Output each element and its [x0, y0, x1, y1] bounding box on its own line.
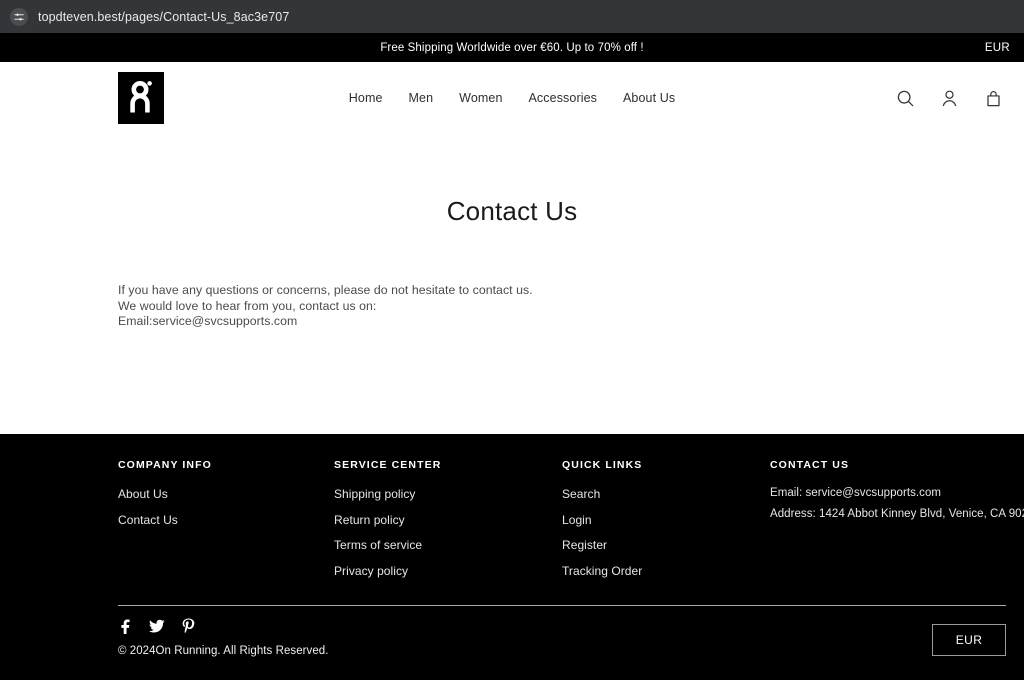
footer-link-terms-of-service[interactable]: Terms of service [334, 538, 562, 552]
url-text[interactable]: topdteven.best/pages/Contact-Us_8ac3e707 [38, 10, 289, 24]
footer-bottom: © 2024On Running. All Rights Reserved. E… [118, 618, 1006, 657]
footer-heading-service-center: SERVICE CENTER [334, 459, 442, 471]
nav-item-about-us[interactable]: About Us [623, 91, 675, 105]
search-icon[interactable] [894, 87, 916, 109]
copyright-text: © 2024On Running. All Rights Reserved. [118, 645, 329, 657]
facebook-icon[interactable] [118, 618, 133, 634]
nav-item-home[interactable]: Home [349, 91, 383, 105]
nav-item-men[interactable]: Men [409, 91, 434, 105]
contact-line-3: Email:service@svcsupports.com [118, 314, 298, 329]
footer-link-return-policy[interactable]: Return policy [334, 513, 562, 527]
footer-bottom-left: © 2024On Running. All Rights Reserved. [118, 618, 328, 657]
social-links [118, 618, 328, 634]
tune-icon[interactable] [10, 7, 28, 26]
footer-link-register[interactable]: Register [562, 538, 770, 552]
footer-link-search[interactable]: Search [562, 487, 770, 501]
footer-column-contact-us: CONTACT US Email: service@svcsupports.co… [770, 459, 1024, 589]
footer-link-shipping-policy[interactable]: Shipping policy [334, 487, 562, 501]
page-main: Contact Us If you have any questions or … [0, 134, 1024, 434]
announcement-text: Free Shipping Worldwide over €60. Up to … [380, 41, 644, 54]
footer-currency-selector[interactable]: EUR [932, 624, 1006, 656]
footer-contact-address: Address: 1424 Abbot Kinney Blvd, Venice,… [770, 508, 1024, 520]
footer-heading-quick-links: QUICK LINKS [562, 459, 643, 471]
site-header: Home Men Women Accessories About Us [0, 62, 1024, 134]
account-icon[interactable] [938, 87, 960, 109]
on-running-logo-icon [130, 81, 152, 113]
footer-column-quick-links: QUICK LINKS Search Login Register Tracki… [562, 459, 770, 589]
footer-link-about-us[interactable]: About Us [118, 487, 334, 501]
announcement-currency-selector[interactable]: EUR [985, 42, 1010, 54]
contact-line-2: We would love to hear from you, contact … [118, 298, 377, 313]
footer-link-privacy-policy[interactable]: Privacy policy [334, 564, 562, 578]
site-footer: COMPANY INFO About Us Contact Us SERVICE… [0, 434, 1024, 680]
site-logo[interactable] [118, 72, 164, 124]
contact-body: If you have any questions or concerns, p… [0, 283, 1024, 330]
footer-link-login[interactable]: Login [562, 513, 770, 527]
pinterest-icon[interactable] [181, 618, 196, 634]
announcement-bar: Free Shipping Worldwide over €60. Up to … [0, 33, 1024, 62]
nav-item-accessories[interactable]: Accessories [529, 91, 597, 105]
footer-divider [118, 605, 1006, 606]
footer-link-contact-us[interactable]: Contact Us [118, 513, 334, 527]
footer-heading-company-info: COMPANY INFO [118, 459, 212, 471]
footer-columns: COMPANY INFO About Us Contact Us SERVICE… [118, 434, 1024, 589]
contact-line-1: If you have any questions or concerns, p… [118, 283, 533, 297]
header-actions [894, 87, 1006, 109]
nav-item-women[interactable]: Women [459, 91, 502, 105]
browser-address-bar: topdteven.best/pages/Contact-Us_8ac3e707 [0, 0, 1024, 33]
footer-contact-email: Email: service@svcsupports.com [770, 487, 942, 499]
footer-column-service-center: SERVICE CENTER Shipping policy Return po… [334, 459, 562, 589]
footer-link-tracking-order[interactable]: Tracking Order [562, 564, 770, 578]
page-title: Contact Us [446, 196, 578, 226]
footer-heading-contact-us: CONTACT US [770, 459, 850, 471]
footer-column-company-info: COMPANY INFO About Us Contact Us [118, 459, 334, 589]
cart-icon[interactable] [982, 87, 1004, 109]
twitter-icon[interactable] [149, 619, 165, 634]
